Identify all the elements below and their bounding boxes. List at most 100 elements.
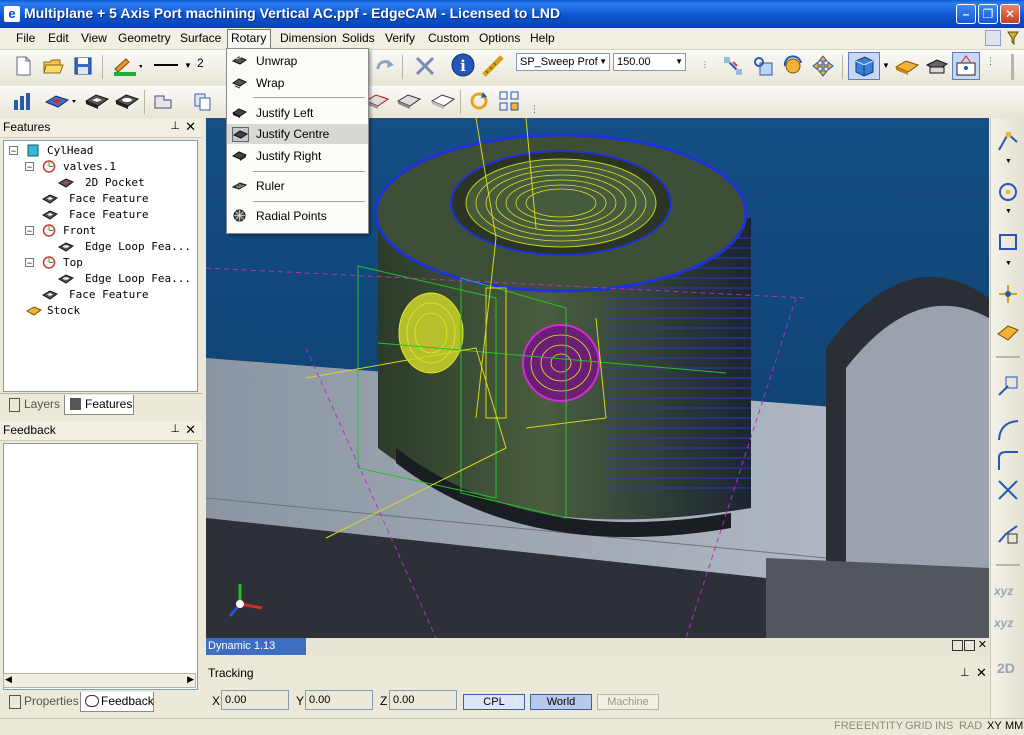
tab-layers[interactable]: Layers [4,395,62,415]
menu-geometry[interactable]: Geometry [118,31,171,45]
value-combo[interactable]: 150.00 ▼ [613,53,686,71]
close-icon[interactable]: ✕ [185,119,196,135]
face-feature-icon[interactable] [84,90,110,112]
pin-icon[interactable]: ⊥ [960,666,970,679]
machine-button[interactable]: Machine [597,694,659,710]
tab-feedback[interactable]: Feedback [80,692,154,712]
arc-tool-icon[interactable] [996,418,1020,442]
chevron-down-icon[interactable]: ▼ [1005,158,1012,165]
close-icon[interactable]: ✕ [978,638,987,651]
fillet-tool-icon[interactable] [996,448,1020,472]
colour-brush-icon[interactable] [112,55,143,77]
menu-edit[interactable]: Edit [48,31,69,45]
surface-tool-icon[interactable] [996,320,1020,344]
machine-view-icon[interactable] [924,55,950,77]
z-coordinate-field[interactable]: 0.00 [389,690,457,710]
world-button[interactable]: World [530,694,592,710]
pan-view-icon[interactable] [812,55,834,77]
tree-node-stock[interactable]: Stock [47,304,80,317]
menu-custom[interactable]: Custom [428,31,469,45]
open-folder-icon[interactable] [42,55,64,77]
tab-features[interactable]: Features [64,395,134,415]
scroll-left-icon[interactable]: ◀ [5,674,12,685]
feature-edit-icon[interactable] [152,90,174,112]
toolbar-overflow-icon[interactable]: ⋮ [530,104,539,115]
close-icon[interactable]: ✕ [185,422,196,438]
circle-tool-icon[interactable] [996,180,1020,204]
close-icon[interactable]: ✕ [976,665,987,681]
tree-node-edge-loop[interactable]: Edge Loop Fea... [85,272,191,285]
status-grid[interactable]: GRID [905,720,933,732]
menu-surface[interactable]: Surface [180,31,221,45]
filter-icon[interactable] [1005,30,1021,46]
new-file-icon[interactable] [12,55,34,77]
menu-verify[interactable]: Verify [385,31,415,45]
edge-loop-icon[interactable] [114,90,140,112]
horizontal-scrollbar[interactable]: ◀ ▶ [3,673,196,688]
tab-properties[interactable]: Properties [4,692,79,712]
menu-item-wrap[interactable]: Wrap [227,73,368,93]
profile-feature-icon[interactable] [430,90,456,112]
tree-node-edge-loop[interactable]: Edge Loop Fea... [85,240,191,253]
pin-icon[interactable]: ⊥ [170,422,180,435]
app-icon[interactable]: e [4,6,20,22]
transform-tool-icon[interactable] [996,374,1020,398]
tree-node-2d-pocket[interactable]: 2D Pocket [85,176,145,189]
line-style-dropdown-icon[interactable]: ▼ [184,61,192,70]
menu-file[interactable]: File [16,31,35,45]
info-icon[interactable]: i [451,53,475,77]
pen-tool-icon[interactable] [985,30,1001,46]
pocket-feature-icon[interactable] [44,90,78,112]
cpl-button[interactable]: CPL [463,694,525,710]
pin-icon[interactable]: ⊥ [170,119,180,132]
tree-node-face-feature[interactable]: Face Feature [69,192,148,205]
menu-dimension[interactable]: Dimension [280,31,337,45]
expand-collapse-icon[interactable]: − [9,146,18,156]
hole-feature-icon[interactable] [396,90,422,112]
menu-item-justify-right[interactable]: Justify Right [227,146,368,166]
tree-node-face-feature[interactable]: Face Feature [69,288,148,301]
toolbar-overflow-icon[interactable]: ⋮ [701,60,709,69]
trim-tool-icon[interactable] [996,478,1020,502]
status-xy[interactable]: XY [987,720,1002,732]
features-tree[interactable]: − CylHead − valves.1 2D Pocket Face Feat… [3,140,198,392]
measure-icon[interactable] [482,55,504,77]
minimize-button[interactable]: – [956,4,976,24]
chevron-down-icon[interactable]: ▼ [1005,208,1012,215]
tree-node-cylhead[interactable]: CylHead [47,144,93,157]
select-window-icon[interactable] [752,55,774,77]
feature-finder-icon[interactable] [12,90,34,112]
status-rad[interactable]: RAD [959,720,982,732]
toolbar-overflow-icon[interactable]: ⋮ [986,56,995,67]
shaded-view-button[interactable] [848,52,880,80]
scroll-right-icon[interactable]: ▶ [187,674,194,685]
chevron-down-icon[interactable]: ▼ [882,61,890,70]
redo-icon[interactable] [374,55,396,77]
delete-icon[interactable] [414,55,436,77]
menu-help[interactable]: Help [530,31,555,45]
feature-grid-icon[interactable] [498,90,520,112]
sweep-profile-combo[interactable]: SP_Sweep Prof ▼ [516,53,610,71]
tree-node-valves[interactable]: valves.1 [63,160,116,173]
menu-item-radial-points[interactable]: Radial Points [227,206,368,226]
mode-2d-icon[interactable]: 2D [997,660,1015,676]
point-tool-icon[interactable] [996,282,1020,306]
expand-collapse-icon[interactable]: − [25,162,34,172]
menu-item-justify-centre[interactable]: Justify Centre [227,124,368,144]
save-icon[interactable] [72,55,94,77]
rotate-view-icon[interactable] [782,55,804,77]
line-tool-icon[interactable] [996,130,1020,154]
tile-icon[interactable] [952,640,963,651]
status-free[interactable]: FREE [834,720,863,732]
break-tool-icon[interactable] [996,522,1020,546]
expand-collapse-icon[interactable]: − [25,226,34,236]
line-width-value[interactable]: 2 [197,56,204,70]
close-button[interactable]: ✕ [1000,4,1020,24]
feature-copy-icon[interactable] [192,90,214,112]
solid-view-icon[interactable] [894,55,920,77]
refresh-feature-icon[interactable] [468,90,490,112]
maximize-button[interactable]: ❐ [978,4,998,24]
drawing-mode-button[interactable] [952,52,980,80]
menu-view[interactable]: View [81,31,107,45]
rectangle-tool-icon[interactable] [996,230,1020,254]
